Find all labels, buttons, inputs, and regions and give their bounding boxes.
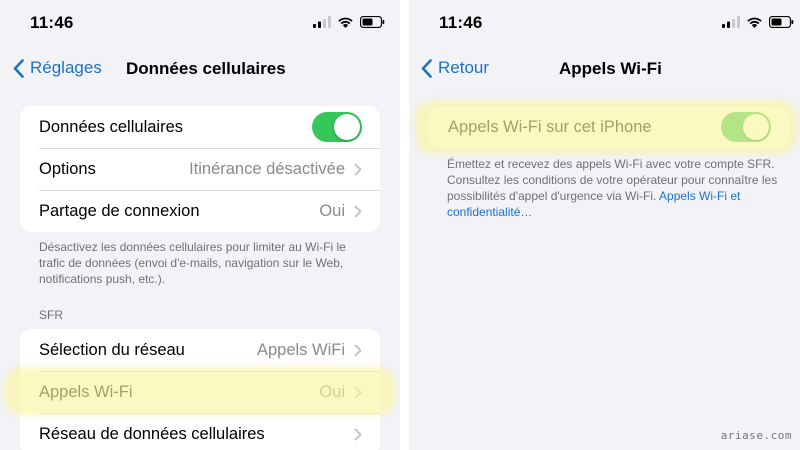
wifi-calling-footnote: Émettez et recevez des appels Wi-Fi avec… <box>447 156 787 220</box>
row-value: Oui <box>319 201 345 220</box>
row-label: Réseau de données cellulaires <box>39 424 265 443</box>
toggle-knob <box>743 114 769 140</box>
row-wifi-calling[interactable]: Appels Wi-Fi Oui <box>20 371 380 413</box>
row-hotspot[interactable]: Partage de connexion Oui <box>20 190 380 232</box>
back-button[interactable]: Réglages <box>13 58 102 78</box>
watermark: ariase.com <box>720 429 792 442</box>
chevron-right-icon <box>354 386 362 398</box>
chevron-left-icon <box>13 58 24 78</box>
navigation-bar: Retour Appels Wi-Fi <box>409 52 800 86</box>
toggle-knob <box>334 114 360 140</box>
status-bar: 11:46 <box>409 0 800 46</box>
chevron-left-icon <box>421 58 432 78</box>
status-bar: 11:46 <box>0 0 400 46</box>
row-label: Partage de connexion <box>39 201 200 220</box>
back-button-label: Réglages <box>30 58 102 77</box>
page-title: Données cellulaires <box>126 59 286 78</box>
wifi-icon <box>747 17 762 28</box>
back-button-label: Retour <box>438 58 490 77</box>
row-value: Itinérance désactivée <box>189 159 345 178</box>
cellular-signal-icon <box>313 16 331 28</box>
section-header-carrier: SFR <box>39 308 63 322</box>
wifi-calling-group: Appels Wi-Fi sur cet iPhone <box>429 106 789 148</box>
row-value: Appels WiFi <box>256 340 345 359</box>
back-button[interactable]: Retour <box>421 58 489 78</box>
wifi-icon <box>338 17 353 28</box>
status-time: 11:46 <box>30 13 74 32</box>
row-label: Sélection du réseau <box>39 340 185 359</box>
left-screen: 11:46 Réglages Données cellulaires Donné… <box>0 0 400 450</box>
row-label: Appels Wi-Fi sur cet iPhone <box>448 117 652 136</box>
row-options[interactable]: Options Itinérance désactivée <box>20 148 380 190</box>
battery-icon <box>769 16 794 28</box>
row-cellular-network[interactable]: Réseau de données cellulaires <box>20 413 380 450</box>
cellular-signal-icon <box>722 16 740 28</box>
row-label: Options <box>39 159 96 178</box>
status-icons <box>313 16 385 28</box>
battery-icon <box>360 16 385 28</box>
right-screen: 11:46 Retour Appels Wi-Fi Appels Wi-Fi s… <box>409 0 800 450</box>
chevron-right-icon <box>354 205 362 217</box>
wifi-calling-toggle[interactable] <box>721 112 771 142</box>
chevron-right-icon <box>354 163 362 175</box>
carrier-settings-group: Sélection du réseau Appels WiFi Appels W… <box>20 329 380 450</box>
navigation-bar: Réglages Données cellulaires <box>0 52 400 86</box>
row-value: Oui <box>319 382 345 401</box>
row-cellular-data: Données cellulaires <box>20 106 380 148</box>
chevron-right-icon <box>354 344 362 356</box>
row-wifi-calling-on-iphone: Appels Wi-Fi sur cet iPhone <box>429 106 789 148</box>
row-label: Données cellulaires <box>39 117 183 136</box>
cellular-data-footnote: Désactivez les données cellulaires pour … <box>39 240 346 286</box>
cellular-data-toggle[interactable] <box>312 112 362 142</box>
chevron-right-icon <box>354 428 362 440</box>
row-network-selection[interactable]: Sélection du réseau Appels WiFi <box>20 329 380 371</box>
status-time: 11:46 <box>439 13 483 32</box>
status-icons <box>722 16 794 28</box>
cellular-settings-group: Données cellulaires Options Itinérance d… <box>20 106 380 232</box>
page-title: Appels Wi-Fi <box>559 59 662 78</box>
row-label: Appels Wi-Fi <box>39 382 133 401</box>
